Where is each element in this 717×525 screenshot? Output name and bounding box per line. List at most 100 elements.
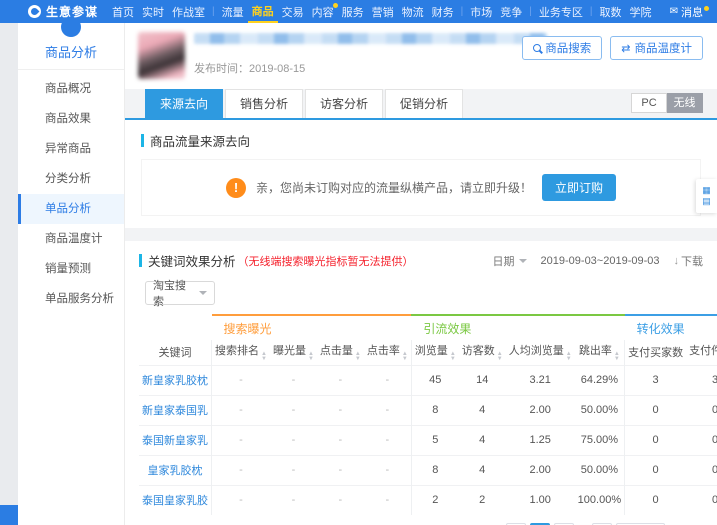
table-row: 新皇家乳胶枕----45143.2164.29%3328621.43% [139,364,717,395]
table-cell: - [210,394,270,425]
column-header[interactable]: 跳出率 ▲ ▼ [575,340,625,365]
nav-item-competition[interactable]: 竞争 [496,0,526,23]
column-header[interactable]: 点击量 ▲ ▼ [317,340,364,365]
column-header[interactable]: 支付件数▲▼ [686,340,717,365]
table-cell: 5 [410,424,459,455]
sort-icon[interactable]: ▲ ▼ [355,351,361,362]
product-thermometer-button[interactable]: ⇄ 商品温度计 [610,36,703,60]
sidebar-item-product-effect[interactable]: 商品效果 [18,104,124,134]
sort-icon[interactable]: ▲ ▼ [614,351,620,362]
product-search-button[interactable]: 商品搜索 [522,36,603,60]
nav-item-finance[interactable]: 财务 [428,0,458,23]
page-body: 商品分析 商品概况 商品效果 异常商品 分类分析 单品分析 商品温度计 销量预测 单品服务分析… [0,17,717,525]
keyword-link[interactable]: 泰国皇家乳胶 [139,484,212,515]
sidebar: 商品分析 商品概况 商品效果 异常商品 分类分析 单品分析 商品温度计 销量预测 单品服务分析 [18,17,125,525]
column-header[interactable]: 人均浏览量 ▲ ▼ [506,340,575,365]
sort-icon[interactable]: ▲ ▼ [402,351,408,362]
download-link[interactable]: ↓ 下载 [674,253,704,269]
nav-item-data-fetch[interactable]: 取数 [595,0,625,23]
sort-icon[interactable]: ▲ ▼ [497,351,503,362]
tab-visitor-analysis[interactable]: 访客分析 [305,89,384,118]
column-header[interactable]: 访客数 ▲ ▼ [459,340,506,365]
table-cell: 50.00% [574,454,625,485]
column-header[interactable]: 浏览量 ▲ ▼ [410,340,459,365]
date-range: 2019-09-03~2019-09-03 [540,254,660,267]
nav-item-content[interactable]: 内容 [308,0,338,23]
sidebar-divider [18,69,124,70]
tab-sales-analysis[interactable]: 销售分析 [225,89,304,118]
column-header-label: 访客数 [461,345,495,358]
sidebar-item-sales-forecast[interactable]: 销量预测 [18,254,124,284]
keyword-link[interactable]: 皇家乳胶枕 [139,454,212,485]
column-header-label: 支付件数 [689,345,717,358]
table-cell: - [316,424,364,455]
grid-icon[interactable]: ▦ [702,186,711,195]
flow-title-text: 商品流量来源去向 [150,135,251,149]
sidebar-item-abnormal-products[interactable]: 异常商品 [18,134,124,164]
nav-item-product[interactable]: 商品 [247,0,278,23]
list-icon[interactable]: ▤ [702,197,711,206]
nav-item-traffic[interactable]: 流量 [218,0,248,23]
keyword-link[interactable]: 新皇家泰国乳 [139,394,212,425]
product-thermometer-label: 商品温度计 [634,43,693,55]
sort-icon[interactable]: ▲ ▼ [566,351,572,362]
nav-item-realtime[interactable]: 实时 [138,0,168,23]
sidebar-item-product-overview[interactable]: 商品概况 [18,74,124,104]
table-cell: 64.29% [574,364,625,395]
column-header[interactable]: 搜索排名 ▲ ▼ [210,340,270,365]
date-dropdown[interactable]: 日期 [493,253,527,269]
sidebar-item-category-analysis[interactable]: 分类分析 [18,164,124,194]
table-row: 泰国新皇家乳----541.2575.00%0000.00% [139,424,717,455]
column-header-label: 人均浏览量 [508,345,564,358]
nav-item-trade[interactable]: 交易 [278,0,308,23]
nav-item-market[interactable]: 市场 [466,0,496,23]
nav-item-academy[interactable]: 学院 [625,0,655,23]
column-header[interactable]: 曝光量 ▲ ▼ [270,340,317,365]
nav-item-marketing[interactable]: 营销 [368,0,398,23]
table-cell: - [210,364,270,395]
table-cell: - [316,394,364,425]
tab-source-destination[interactable]: 来源去向 [145,89,224,118]
column-header[interactable]: 点击率 ▲ ▼ [364,340,411,365]
app-window: 生意参谋 首页 实时 作战室 | 流量 商品 交易 内容 服务 营销 物流 财务 | 市场 竞争 | 业务专区 |… [0,0,717,525]
nav-item-service[interactable]: 服务 [338,0,368,23]
table-cell: - [363,454,412,485]
nav-item-war-room[interactable]: 作战室 [168,0,209,23]
table-row: 新皇家泰国乳----842.0050.00%0000.00% [139,394,717,425]
sidebar-menu: 商品概况 商品效果 异常商品 分类分析 单品分析 商品温度计 销量预测 单品服务分析 [18,74,124,314]
sidebar-item-single-item-analysis[interactable]: 单品分析 [18,194,124,224]
sidebar-item-product-thermometer[interactable]: 商品温度计 [18,224,124,254]
column-header-label: 点击率 [366,345,400,358]
nav-item-logistics[interactable]: 物流 [398,0,428,23]
messages-link[interactable]: ✉ 消息 [670,4,709,20]
table-cell: 2.00 [505,454,575,485]
analysis-tabs: 来源去向 销售分析 访客分析 促销分析 [145,89,465,118]
brand[interactable]: 生意参谋 [28,3,98,20]
keyword-link[interactable]: 泰国新皇家乳 [139,424,212,455]
column-header: 关键词 [139,340,212,365]
table-cell: 0 [624,394,687,425]
sidebar-item-single-item-service[interactable]: 单品服务分析 [18,284,124,314]
table-cell: 3.21 [505,364,575,395]
sort-icon[interactable]: ▲ ▼ [308,351,314,362]
keyword-link[interactable]: 新皇家乳胶枕 [139,364,212,395]
column-header-label: 浏览量 [414,345,448,358]
channel-filter-select[interactable]: 淘宝搜索 [145,280,215,308]
table-cell: - [316,364,364,395]
messages-label: 消息 [681,6,703,19]
nav-item-home[interactable]: 首页 [108,0,138,23]
rail-bottom-button[interactable] [0,505,18,525]
tabs-bar: 来源去向 销售分析 访客分析 促销分析 PC 无线 [125,89,717,120]
keyword-section-header: 关键词效果分析 （无线端搜索曝光指标暂无法提供） 日期 2019-09-03~2… [139,251,703,270]
floating-toolbar[interactable]: ▦ ▤ [696,179,717,213]
sort-icon[interactable]: ▲ ▼ [450,351,456,362]
table-cell: 3 [624,364,687,395]
toggle-pc[interactable]: PC [631,93,667,113]
nav-item-business-zone[interactable]: 业务专区 [535,0,587,23]
toggle-wireless[interactable]: 无线 [667,93,703,113]
order-now-button[interactable]: 立即订购 [542,174,617,201]
table-cell: - [269,454,317,485]
sort-icon[interactable]: ▲ ▼ [261,351,267,362]
product-actions: 商品搜索 ⇄ 商品温度计 [522,36,703,60]
tab-promotion-analysis[interactable]: 促销分析 [385,89,464,118]
